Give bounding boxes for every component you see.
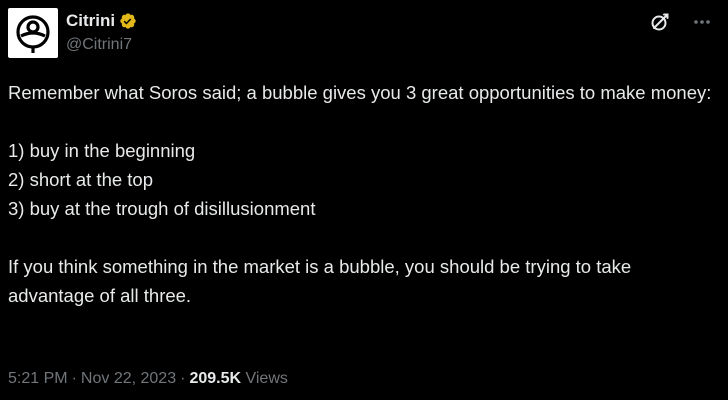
tweet-date[interactable]: Nov 22, 2023 xyxy=(81,370,176,387)
more-options-icon[interactable] xyxy=(692,12,712,37)
meta-separator: · xyxy=(71,370,77,387)
meta-separator: · xyxy=(180,370,186,387)
tweet-list-item: 3) buy at the trough of disillusionment xyxy=(8,198,316,219)
tweet-list-item: 1) buy in the beginning xyxy=(8,140,196,161)
tweet-paragraph: Remember what Soros said; a bubble gives… xyxy=(8,82,712,103)
author-info: Citrini @Citrini7 xyxy=(66,10,137,54)
tweet-list-item: 2) short at the top xyxy=(8,169,154,190)
tweet-time[interactable]: 5:21 PM xyxy=(8,370,68,387)
verified-badge-icon[interactable] xyxy=(119,12,137,30)
tweet-paragraph: If you think something in the market is … xyxy=(8,256,632,306)
views-label: Views xyxy=(245,370,288,387)
tweet-text: Remember what Soros said; a bubble gives… xyxy=(8,78,720,310)
avatar[interactable] xyxy=(8,8,58,58)
tweet-meta: 5:21 PM · Nov 22, 2023 · 209.5K Views xyxy=(8,370,288,388)
citrini-logo-icon xyxy=(16,15,50,53)
display-name[interactable]: Citrini xyxy=(66,11,115,31)
handle[interactable]: @Citrini7 xyxy=(66,36,137,54)
views-count: 209.5K xyxy=(189,370,242,387)
grok-icon[interactable] xyxy=(650,12,670,37)
tweet-actions xyxy=(650,12,712,37)
tweet: Citrini @Citrini7 Remember what Soros sa… xyxy=(0,0,728,400)
